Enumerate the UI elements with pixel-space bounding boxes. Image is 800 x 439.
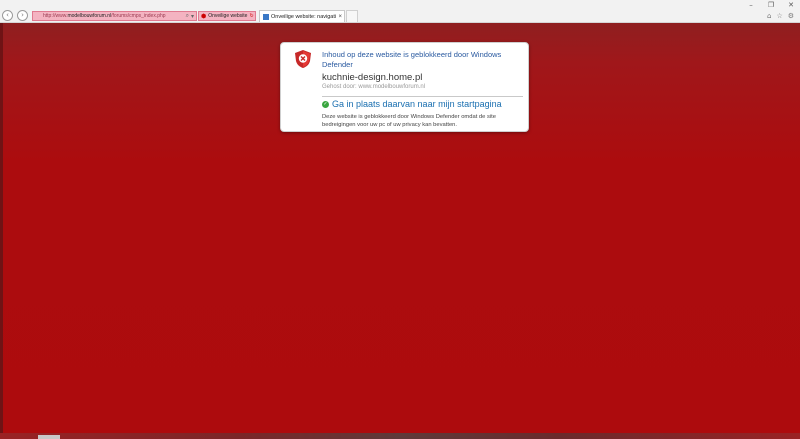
star-icon[interactable]: ☆ [776, 12, 782, 20]
unsafe-website-badge[interactable]: ⬢ Onveilige website ↻ [198, 11, 256, 21]
toolbar-icons: ⌂ ☆ ⚙ [767, 12, 794, 20]
minimize-button[interactable]: – [746, 1, 756, 10]
blocked-shield-icon [295, 50, 311, 68]
go-to-start-page-link[interactable]: ✓ Ga in plaats daarvan naar mijn startpa… [322, 99, 502, 109]
tab-unsafe-website[interactable]: Onveilige website: navigati... × [259, 10, 345, 22]
unsafe-website-label: Onveilige website [208, 13, 248, 19]
close-window-button[interactable]: ✕ [786, 1, 796, 10]
green-shield-icon: ✓ [322, 100, 329, 108]
home-icon[interactable]: ⌂ [767, 12, 771, 20]
search-icon[interactable]: ⌕ [186, 12, 189, 20]
new-tab-button[interactable] [346, 10, 358, 22]
gear-icon[interactable]: ⚙ [788, 12, 794, 20]
close-tab-icon[interactable]: × [338, 14, 344, 20]
smartscreen-dialog: Inhoud op deze website is geblokkeerd do… [280, 42, 529, 132]
taskbar-item[interactable] [38, 435, 60, 439]
forward-button[interactable]: › [17, 10, 28, 21]
tab-label: Onveilige website: navigati... [271, 13, 337, 20]
action-label[interactable]: Ga in plaats daarvan naar mijn startpagi… [332, 99, 502, 109]
address-url[interactable]: http://www.modelbouwforum.nl/forums/cmps… [33, 13, 186, 19]
divider [322, 96, 523, 97]
back-button[interactable]: ‹ [2, 10, 13, 21]
window-controls: – ❐ ✕ [746, 0, 796, 10]
warning-shield-icon: ⬢ [201, 13, 207, 20]
dialog-title: Inhoud op deze website is geblokkeerd do… [322, 50, 502, 69]
address-url-prefix: http://www. [43, 13, 68, 19]
refresh-icon[interactable]: ↻ [249, 13, 253, 19]
dropdown-icon[interactable]: ▾ [191, 13, 194, 20]
dialog-description: Deze website is geblokkeerd door Windows… [322, 114, 496, 128]
hosted-by: Gehost door: www.modelbouwforum.nl [322, 84, 426, 90]
tab-favicon-icon [263, 13, 269, 20]
blocked-domain: kuchnie-design.home.pl [322, 72, 423, 83]
address-url-suffix: /forums/cmps_index.php [111, 13, 166, 19]
browser-chrome: – ❐ ✕ ‹ › http://www.modelbouwforum.nl/f… [0, 0, 800, 23]
left-edge [0, 23, 3, 439]
taskbar-strip [0, 433, 800, 439]
restore-button[interactable]: ❐ [766, 1, 776, 10]
address-bar[interactable]: http://www.modelbouwforum.nl/forums/cmps… [32, 11, 197, 21]
address-url-domain: modelbouwforum.nl [67, 13, 112, 19]
